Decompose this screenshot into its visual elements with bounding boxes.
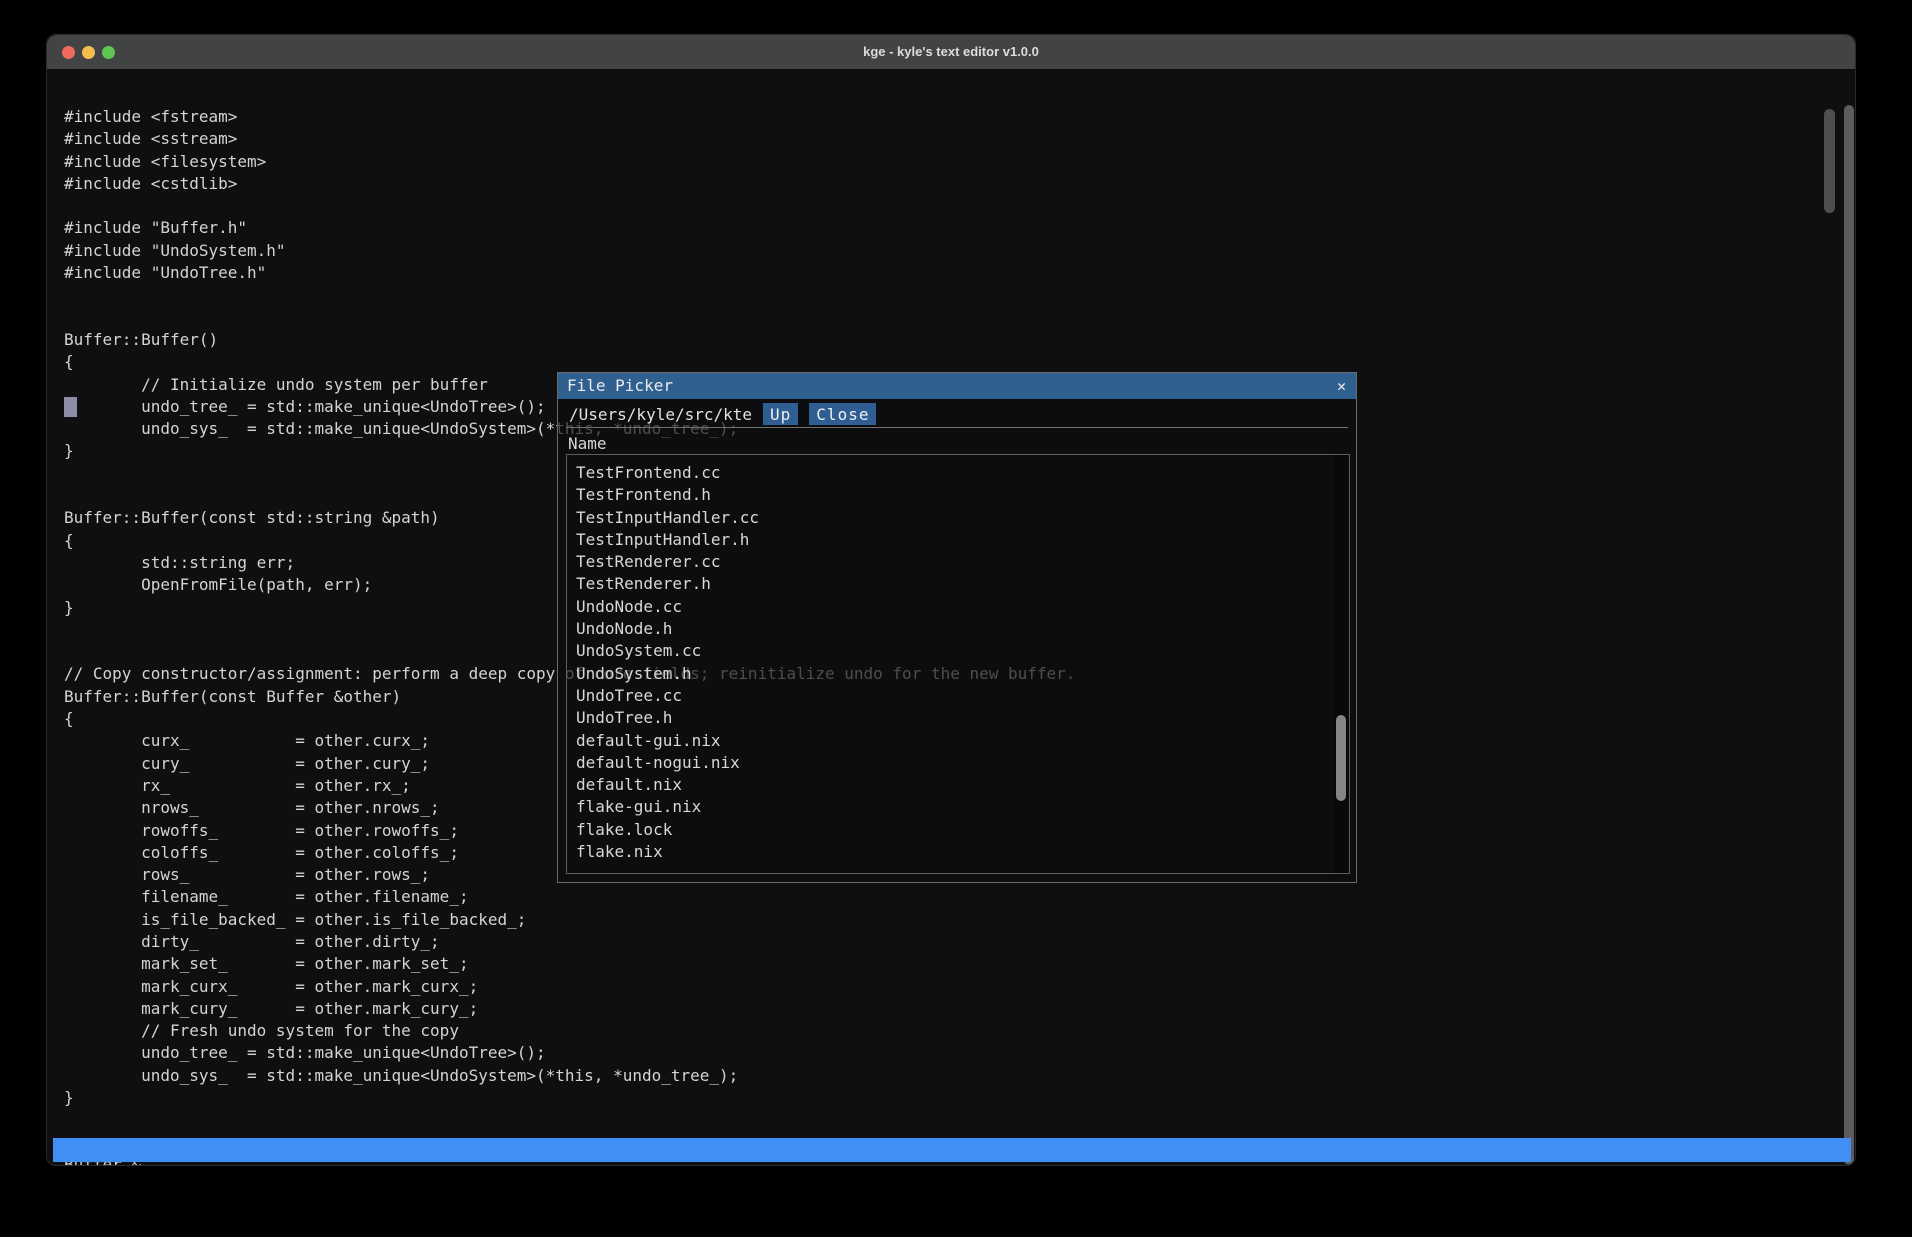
status-bar: kge v1.0.0 [1/1] Buffer.cc 486L Open Fil… [53, 1138, 1851, 1162]
current-path: /Users/kyle/src/kte [569, 405, 752, 424]
editor-window: kge - kyle's text editor v1.0.0 #include… [46, 34, 1856, 1166]
file-list-item[interactable]: UndoNode.h [576, 618, 1349, 640]
screen-background: kge - kyle's text editor v1.0.0 #include… [0, 0, 1912, 1237]
file-list-item[interactable]: TestRenderer.h [576, 573, 1349, 595]
file-list-item[interactable]: UndoNode.cc [576, 596, 1349, 618]
file-list-item[interactable]: UndoSystem.h [576, 663, 1349, 685]
close-icon[interactable]: ✕ [1337, 373, 1346, 399]
file-list-item[interactable]: TestInputHandler.h [576, 529, 1349, 551]
file-picker-titlebar[interactable]: File Picker ✕ [558, 373, 1356, 399]
file-list-scrollbar-thumb[interactable] [1336, 715, 1346, 801]
window-title: kge - kyle's text editor v1.0.0 [47, 35, 1855, 69]
file-list-item[interactable]: flake-gui.nix [576, 796, 1349, 818]
up-button[interactable]: Up [763, 403, 798, 425]
column-header-name: Name [568, 434, 607, 453]
file-list-scrollbar-track[interactable] [1334, 455, 1348, 873]
file-list-item[interactable]: TestRenderer.cc [576, 551, 1349, 573]
file-list: TestFrontend.ccTestFrontend.hTestInputHa… [566, 454, 1350, 874]
file-list-item[interactable]: UndoTree.h [576, 707, 1349, 729]
editor-scrollbar-thumb[interactable] [1824, 109, 1835, 213]
file-list-item[interactable]: UndoTree.cc [576, 685, 1349, 707]
window-titlebar[interactable]: kge - kyle's text editor v1.0.0 [47, 35, 1855, 69]
file-list-item[interactable]: TestFrontend.h [576, 484, 1349, 506]
file-list-item[interactable]: default.nix [576, 774, 1349, 796]
file-list-item[interactable]: TestFrontend.cc [576, 462, 1349, 484]
close-button[interactable]: Close [809, 403, 876, 425]
text-cursor [64, 397, 77, 417]
window-scrollbar[interactable] [1844, 105, 1854, 1165]
file-picker-title: File Picker [567, 373, 673, 399]
file-list-item[interactable]: flake.lock [576, 819, 1349, 841]
file-list-item[interactable]: default-nogui.nix [576, 752, 1349, 774]
path-divider [566, 427, 1348, 428]
file-list-item[interactable]: flake.nix [576, 841, 1349, 863]
status-left: kge v1.0.0 [1/1] Buffer.cc 486L [65, 1162, 373, 1166]
file-list-item[interactable]: TestInputHandler.cc [576, 507, 1349, 529]
file-list-item[interactable]: default-gui.nix [576, 730, 1349, 752]
file-list-item[interactable]: UndoSystem.cc [576, 640, 1349, 662]
file-picker-dialog: File Picker ✕ /Users/kyle/src/kte Up Clo… [557, 372, 1357, 883]
path-row: /Users/kyle/src/kte Up Close [569, 402, 1348, 426]
